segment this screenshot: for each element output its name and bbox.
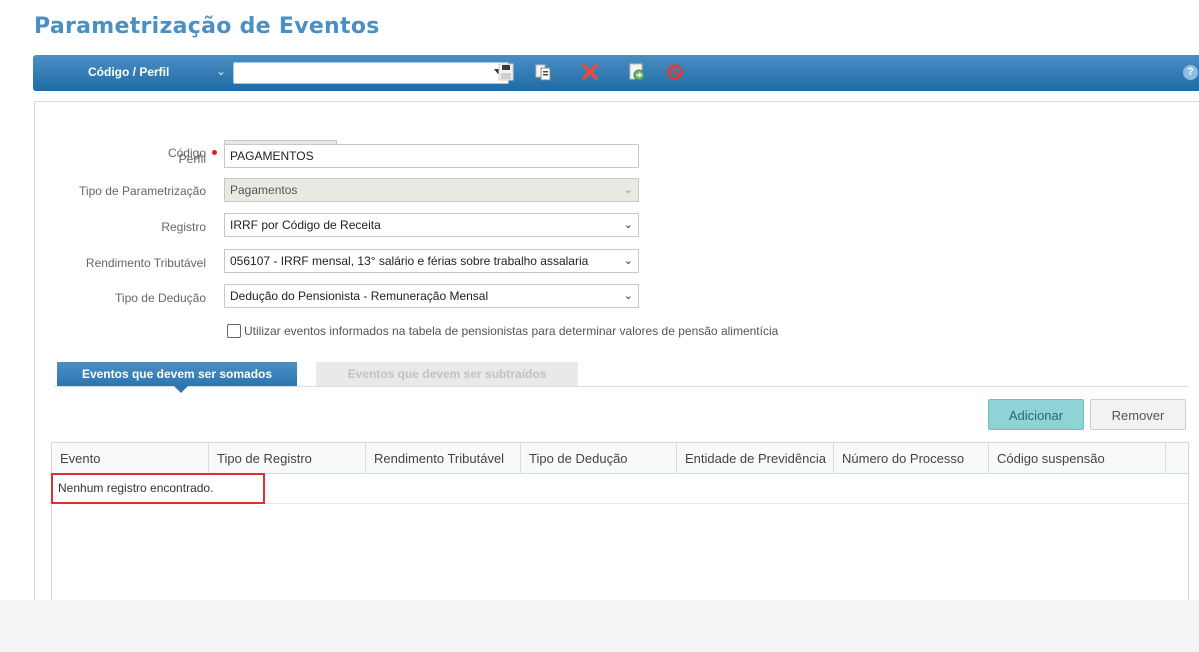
tabs-divider: [54, 386, 1189, 387]
column-header-codigo-suspensao[interactable]: Código suspensão: [989, 443, 1166, 473]
delete-icon[interactable]: [581, 63, 599, 81]
help-icon[interactable]: ?: [1183, 65, 1198, 80]
page-footer-area: [0, 600, 1199, 652]
add-button[interactable]: Adicionar: [988, 399, 1084, 430]
tipo-deducao-label: Tipo de Dedução: [115, 291, 206, 305]
tipo-parametrizacao-label: Tipo de Parametrização: [79, 184, 206, 198]
pensionistas-checkbox[interactable]: [227, 324, 241, 338]
tipo-deducao-select[interactable]: Dedução do Pensionista - Remuneração Men…: [224, 284, 639, 308]
perfil-input[interactable]: PAGAMENTOS: [224, 144, 639, 168]
active-tab-pointer: [174, 386, 188, 393]
column-header-evento[interactable]: Evento: [52, 443, 209, 473]
tab-eventos-subtraidos[interactable]: Eventos que devem ser subtraídos: [316, 362, 578, 386]
chevron-down-icon: ⌄: [623, 219, 633, 231]
rendimento-tributavel-select[interactable]: 056107 - IRRF mensal, 13° salário e féri…: [224, 249, 639, 273]
required-indicator: [212, 150, 217, 155]
column-header-entidade-previdencia[interactable]: Entidade de Previdência: [677, 443, 834, 473]
chevron-down-icon: ⌄: [623, 290, 633, 302]
grid-header: Evento Tipo de Registro Rendimento Tribu…: [52, 443, 1188, 474]
tipo-parametrizacao-select: Pagamentos ⌄: [224, 178, 639, 202]
chevron-down-icon[interactable]: ⌄: [216, 64, 226, 78]
save-icon[interactable]: [497, 63, 515, 81]
rendimento-tributavel-label: Rendimento Tributável: [85, 256, 206, 270]
column-header-rendimento-tributavel[interactable]: Rendimento Tributável: [366, 443, 521, 473]
highlight-annotation: [51, 473, 265, 504]
column-header-tipo-registro[interactable]: Tipo de Registro: [209, 443, 366, 473]
copy-icon[interactable]: [534, 63, 552, 81]
pensionistas-checkbox-label[interactable]: Utilizar eventos informados na tabela de…: [244, 324, 778, 338]
export-icon[interactable]: [628, 63, 646, 81]
codigo-perfil-select[interactable]: [233, 62, 509, 84]
perfil-label: Perfil: [178, 152, 206, 166]
registro-select[interactable]: IRRF por Código de Receita ⌄: [224, 213, 639, 237]
page-title: Parametrização de Eventos: [34, 14, 380, 39]
column-header-numero-processo[interactable]: Número do Processo: [834, 443, 989, 473]
events-grid: Evento Tipo de Registro Rendimento Tribu…: [51, 442, 1189, 602]
cancel-icon[interactable]: [666, 63, 684, 81]
column-header-tipo-deducao[interactable]: Tipo de Dedução: [521, 443, 677, 473]
remove-button[interactable]: Remover: [1090, 399, 1186, 430]
toolbar-label: Código / Perfil: [88, 65, 170, 79]
toolbar: Código / Perfil ⌄ ?: [33, 55, 1199, 91]
registro-label: Registro: [161, 220, 206, 234]
tab-eventos-somados[interactable]: Eventos que devem ser somados: [57, 362, 297, 386]
chevron-down-icon: ⌄: [621, 250, 633, 272]
chevron-down-icon: ⌄: [623, 184, 633, 196]
